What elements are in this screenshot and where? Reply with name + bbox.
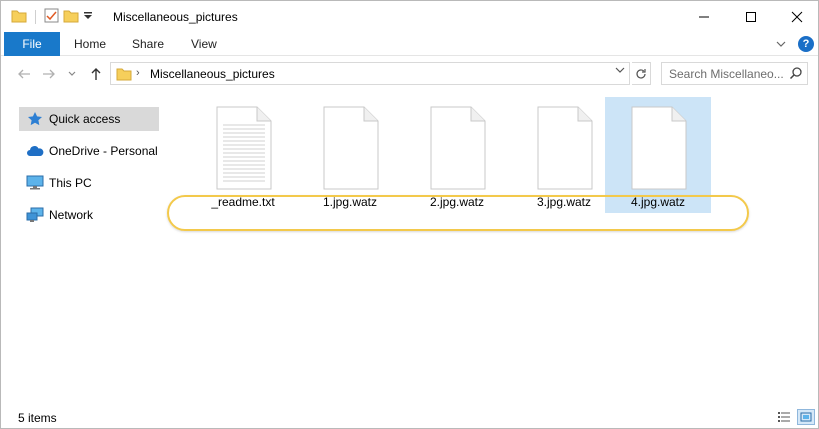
expand-ribbon-icon[interactable] xyxy=(776,37,786,51)
nav-item-label: Network xyxy=(49,208,94,222)
network-icon xyxy=(25,205,45,225)
highlight-annotation xyxy=(167,195,749,231)
blank-document-icon xyxy=(631,106,687,190)
navigation-bar: › Miscellaneous_pictures Search Miscella… xyxy=(1,57,818,91)
breadcrumb-chevron[interactable]: › xyxy=(136,67,140,79)
details-view-icon[interactable] xyxy=(775,409,793,425)
tab-view[interactable]: View xyxy=(181,32,227,56)
status-bar: 5 items xyxy=(1,406,818,428)
tab-file[interactable]: File xyxy=(4,32,60,56)
search-icon[interactable] xyxy=(789,66,803,83)
blank-document-icon xyxy=(537,106,593,190)
forward-button[interactable] xyxy=(41,66,57,82)
nav-item-this-pc[interactable]: This PC xyxy=(19,171,159,195)
item-count: 5 items xyxy=(18,411,57,425)
explorer-window: Miscellaneous_pictures File Home Share V… xyxy=(0,0,819,429)
refresh-button[interactable] xyxy=(632,62,651,85)
blank-document-icon xyxy=(323,106,379,190)
ribbon-tabs: File Home Share View ? xyxy=(1,32,818,56)
nav-item-network[interactable]: Network xyxy=(19,203,159,227)
quick-access-toolbar xyxy=(11,8,93,26)
blank-document-icon xyxy=(430,106,486,190)
nav-item-onedrive[interactable]: OneDrive - Personal xyxy=(19,139,159,163)
tab-home[interactable]: Home xyxy=(64,32,116,56)
new-folder-icon[interactable] xyxy=(63,9,79,26)
tab-share[interactable]: Share xyxy=(122,32,174,56)
minimize-button[interactable] xyxy=(681,1,727,32)
maximize-button[interactable] xyxy=(728,1,774,32)
breadcrumb[interactable]: Miscellaneous_pictures xyxy=(150,67,275,81)
properties-icon[interactable] xyxy=(44,8,59,26)
help-icon[interactable]: ? xyxy=(798,36,814,52)
nav-item-quick-access[interactable]: Quick access xyxy=(19,107,159,131)
nav-item-label: Quick access xyxy=(49,112,121,126)
nav-item-label: OneDrive - Personal xyxy=(49,144,158,158)
file-list: _readme.txt 1.jpg.watz 2.jpg.watz 3.jpg.… xyxy=(163,93,818,406)
star-icon xyxy=(25,109,45,129)
cloud-icon xyxy=(25,141,45,161)
monitor-icon xyxy=(25,173,45,193)
customize-toolbar-icon[interactable] xyxy=(83,10,93,24)
title-bar: Miscellaneous_pictures xyxy=(1,1,818,32)
text-document-icon xyxy=(216,106,272,190)
navigation-pane: Quick access OneDrive - Personal This PC… xyxy=(1,96,163,406)
folder-icon[interactable] xyxy=(11,9,27,26)
toolbar-divider xyxy=(35,10,36,24)
chevron-down-icon[interactable] xyxy=(615,66,625,77)
large-icons-view-icon[interactable] xyxy=(797,409,815,425)
close-button[interactable] xyxy=(774,1,819,32)
recent-locations-button[interactable] xyxy=(64,66,80,82)
back-button[interactable] xyxy=(16,66,32,82)
window-title: Miscellaneous_pictures xyxy=(113,10,238,24)
search-box[interactable]: Search Miscellaneo... xyxy=(661,62,808,85)
folder-icon xyxy=(116,67,132,84)
address-bar[interactable]: › Miscellaneous_pictures xyxy=(110,62,630,85)
nav-item-label: This PC xyxy=(49,176,92,190)
search-input[interactable]: Search Miscellaneo... xyxy=(669,67,787,81)
up-button[interactable] xyxy=(88,66,104,82)
